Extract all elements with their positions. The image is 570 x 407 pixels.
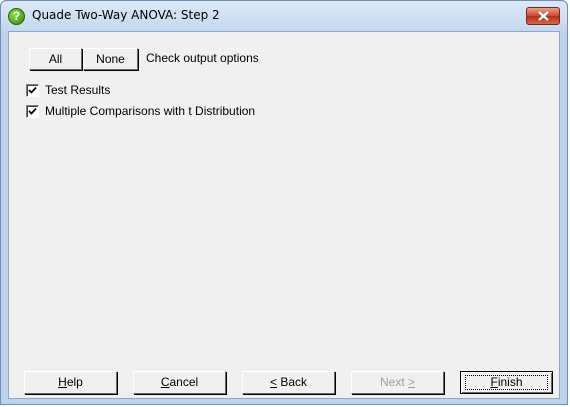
select-all-button[interactable]: All [29,48,82,70]
back-label: Back [277,375,308,389]
next-accelerator: > [408,375,416,389]
next-label: Next [379,375,408,389]
help-button[interactable]: Help [24,371,117,394]
title-bar[interactable]: ? Quade Two-Way ANOVA: Step 2 [1,1,567,31]
close-icon [538,11,549,21]
cancel-button[interactable]: Cancel [133,371,226,394]
help-question-icon: ? [8,8,25,25]
multiple-comparisons-label: Multiple Comparisons with t Distribution [45,104,256,118]
finish-button[interactable]: Finish [460,371,553,394]
help-label: elp [66,375,83,389]
close-button[interactable] [526,7,560,25]
back-accelerator: < [269,375,277,389]
focus-ring [465,375,548,390]
select-none-button[interactable]: None [83,48,138,70]
window-title: Quade Two-Way ANOVA: Step 2 [32,8,220,22]
test-results-checkbox[interactable] [26,84,39,97]
help-accelerator: H [58,375,67,389]
test-results-label: Test Results [45,83,111,97]
cancel-label: ancel [169,375,199,389]
instruction-label: Check output options [146,51,259,65]
checkmark-icon [28,107,37,115]
next-button[interactable]: Next > [351,371,444,394]
dialog-content: All None Check output options Test Resul… [8,31,560,399]
dialog-window: ? Quade Two-Way ANOVA: Step 2 All None C… [0,0,568,405]
back-button[interactable]: < Back [242,371,335,394]
checkmark-icon [28,86,37,94]
multiple-comparisons-checkbox[interactable] [26,105,39,118]
